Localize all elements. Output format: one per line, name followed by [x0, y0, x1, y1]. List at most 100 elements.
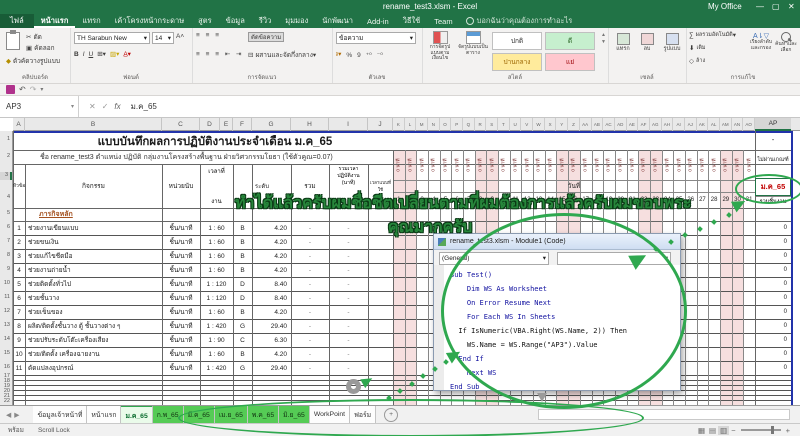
- row-unit[interactable]: ชิ้น/นาที: [162, 361, 200, 375]
- page-layout-view-icon[interactable]: ▤: [707, 426, 718, 435]
- row-ap-value[interactable]: 0: [755, 263, 791, 277]
- row-total[interactable]: 29.40: [252, 319, 291, 333]
- row-ap-value[interactable]: 0: [755, 305, 791, 319]
- ribbon-tab-ข้อมูล[interactable]: ข้อมูล: [219, 14, 252, 28]
- vba-procedure-combo[interactable]: ▾: [557, 252, 671, 265]
- cell-style-ปานกลาง[interactable]: ปานกลาง: [492, 53, 542, 71]
- sheet-tab-ฟอร์ม[interactable]: ฟอร์ม: [350, 406, 376, 423]
- accounting-format-button[interactable]: ៛▾: [336, 50, 341, 60]
- format-as-table-button[interactable]: จัดรูปแบบเป็นตาราง: [458, 31, 488, 56]
- fill-button[interactable]: ⬇เติม: [689, 44, 706, 52]
- merge-center-button[interactable]: ⊟ผสานและจัดกึ่งกลาง▾: [248, 50, 328, 60]
- column-header-X[interactable]: X: [545, 118, 557, 131]
- italic-button[interactable]: I: [83, 51, 85, 58]
- name-box[interactable]: AP3 ▾: [0, 96, 79, 117]
- row-dash-1[interactable]: -: [291, 347, 329, 361]
- row-dash-2[interactable]: -: [329, 361, 368, 375]
- sheet-title-cell[interactable]: แบบบันทึกผลการปฏิบัติงานประจำเดือน ม.ค_6…: [25, 133, 405, 149]
- row-dash-2[interactable]: -: [329, 291, 368, 305]
- ribbon-tab-นักพัฒนา[interactable]: นักพัฒนา: [315, 14, 360, 28]
- day-number-29[interactable]: 29: [720, 193, 732, 206]
- file-tab[interactable]: ไฟล์: [0, 14, 34, 28]
- increase-decimal-button[interactable]: ⁺⁰: [366, 51, 372, 59]
- row-time[interactable]: 1 : 90: [200, 333, 233, 347]
- vba-code-line[interactable]: On Error Resume Next: [450, 296, 680, 310]
- row-time[interactable]: 1 : 420: [200, 319, 233, 333]
- number-format-combo[interactable]: ข้อความ▾: [336, 32, 416, 44]
- row-total[interactable]: 4.20: [252, 249, 291, 263]
- row-header-6[interactable]: 6: [0, 224, 12, 232]
- column-header-H[interactable]: H: [291, 118, 329, 131]
- ap-r3-selected-cell[interactable]: ม.ค_65: [755, 178, 791, 196]
- row-header-5[interactable]: 5: [0, 210, 12, 218]
- vertical-align-buttons[interactable]: ≡ ≡ ≡: [196, 32, 221, 39]
- ribbon-tab-วิธีใช้[interactable]: วิธีใช้: [396, 14, 428, 28]
- row-activity[interactable]: ช่วยเข็นของ: [25, 305, 162, 319]
- row-total[interactable]: 4.20: [252, 347, 291, 361]
- ribbon-tab-มุมมอง[interactable]: มุมมอง: [278, 14, 315, 28]
- fx-icon[interactable]: fx: [114, 102, 120, 111]
- row-grade[interactable]: B: [233, 235, 252, 249]
- font-name-combo[interactable]: TH Sarabun New▾: [74, 32, 150, 44]
- section-label-cell[interactable]: ภารกิจหลัก: [39, 209, 159, 220]
- row-total[interactable]: 29.40: [252, 361, 291, 375]
- row-no[interactable]: 6: [13, 291, 25, 305]
- horizontal-align-buttons[interactable]: ≡ ≡ ≡ ⇤ ⇥: [196, 50, 244, 58]
- column-header-S[interactable]: S: [486, 118, 498, 131]
- vba-code-line[interactable]: If IsNumeric(VBA.Right(WS.Name, 2)) Then: [450, 324, 680, 338]
- row-activity[interactable]: ผลิต/ติดตั้งชั้นวาง ตู้ ชั้นวางต่าง ๆ: [25, 319, 162, 333]
- horizontal-scrollbar[interactable]: [538, 409, 790, 420]
- row-header-2[interactable]: 2: [0, 153, 12, 161]
- row-dash-2[interactable]: -: [329, 305, 368, 319]
- zoom-slider[interactable]: [741, 429, 781, 431]
- row-unit[interactable]: ชิ้น/นาที: [162, 333, 200, 347]
- column-header-M[interactable]: M: [416, 118, 428, 131]
- row-header-10[interactable]: 10: [0, 280, 12, 288]
- column-header-AJ[interactable]: AJ: [685, 118, 697, 131]
- tell-me-search[interactable]: บอกฉันว่าคุณต้องการทำอะไร: [466, 15, 573, 27]
- row-dash-1[interactable]: -: [291, 221, 329, 235]
- column-header-A[interactable]: A: [13, 118, 25, 131]
- next-sheet-icon[interactable]: ▶: [14, 411, 19, 419]
- row-activity[interactable]: ช่วย/ติดตั้ง เครื่องฉายงาน: [25, 347, 162, 361]
- column-header-AG[interactable]: AG: [650, 118, 662, 131]
- row-dash-1[interactable]: -: [291, 305, 329, 319]
- column-header-AD[interactable]: AD: [615, 118, 627, 131]
- row-time[interactable]: 1 : 60: [200, 235, 233, 249]
- column-header-E[interactable]: E: [220, 118, 233, 131]
- ribbon-tab-Add-in[interactable]: Add-in: [360, 14, 396, 28]
- sheet-tab-ก.พ_65[interactable]: ก.พ_65: [153, 406, 184, 423]
- row-time[interactable]: 1 : 120: [200, 277, 233, 291]
- row-dash-1[interactable]: -: [291, 249, 329, 263]
- percent-button[interactable]: %: [346, 52, 352, 59]
- row-activity[interactable]: ดัดแปลงอุปกรณ์: [25, 361, 162, 375]
- column-header-Z[interactable]: Z: [568, 118, 580, 131]
- row-ap-value[interactable]: 0: [755, 277, 791, 291]
- clear-button[interactable]: ◇ล้าง: [689, 57, 705, 65]
- row-time[interactable]: 1 : 60: [200, 263, 233, 277]
- row-header-16[interactable]: 16: [0, 364, 12, 372]
- row-total[interactable]: 4.20: [252, 221, 291, 235]
- copy-button[interactable]: ▣คัดลอก: [26, 43, 55, 53]
- row-total[interactable]: 4.20: [252, 263, 291, 277]
- wrap-text-button[interactable]: ตัดข้อความ: [248, 32, 284, 42]
- row-header-4[interactable]: 4: [0, 194, 12, 202]
- underline-button[interactable]: U: [89, 51, 94, 58]
- column-header-AK[interactable]: AK: [697, 118, 709, 131]
- sheet-tab-ม.ค_65[interactable]: ม.ค_65: [121, 405, 152, 424]
- column-header-V[interactable]: V: [521, 118, 533, 131]
- column-header-W[interactable]: W: [533, 118, 545, 131]
- bold-button[interactable]: B: [74, 51, 79, 58]
- row-unit[interactable]: ชิ้น/นาที: [162, 221, 200, 235]
- vba-code-line[interactable]: WS.Name = WS.Range("AP3").Value: [450, 338, 680, 352]
- day-number-28[interactable]: 28: [708, 193, 720, 206]
- column-header-O[interactable]: O: [440, 118, 452, 131]
- row-dash-2[interactable]: -: [329, 277, 368, 291]
- column-header-D[interactable]: D: [200, 118, 220, 131]
- row-grade[interactable]: B: [233, 263, 252, 277]
- sheet-tab-หน้าแรก[interactable]: หน้าแรก: [87, 406, 121, 423]
- row-header-1[interactable]: 1: [0, 136, 12, 144]
- row-ap-value[interactable]: 0: [755, 319, 791, 333]
- row-activity[interactable]: ช่วยงานเขียนแบบ: [25, 221, 162, 235]
- column-header-AI[interactable]: AI: [673, 118, 685, 131]
